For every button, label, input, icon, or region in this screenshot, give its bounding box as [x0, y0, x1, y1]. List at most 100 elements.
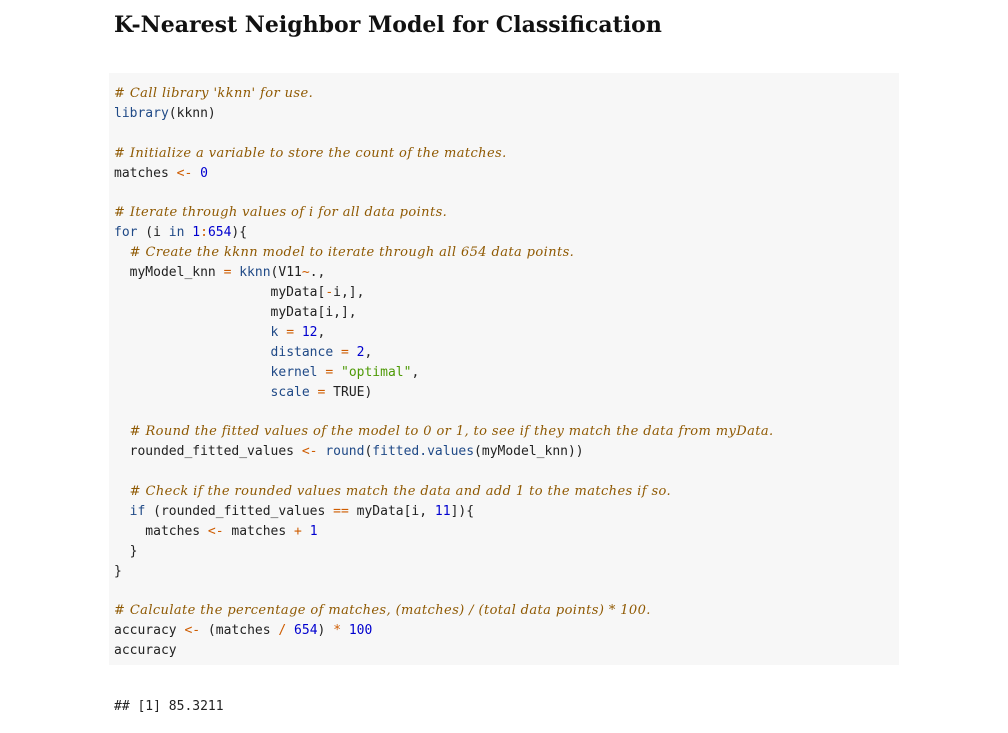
code-token-comment: # Create the kknn model to iterate throu…: [129, 245, 575, 261]
code-token-arg: distance: [270, 344, 334, 360]
code-token-plain: ,: [364, 344, 373, 360]
code-token-number: 1: [309, 523, 318, 539]
code-line: myData[i,],: [114, 304, 357, 322]
code-token-comment: # Round the fitted values of the model t…: [129, 424, 774, 440]
code-token-plain: accuracy: [114, 623, 185, 639]
code-token-plain: ,: [411, 364, 420, 380]
code-line: k = 12,: [114, 324, 326, 342]
code-token-operator: =: [325, 364, 334, 380]
code-line: # Create the kknn model to iterate throu…: [114, 244, 574, 262]
code-token-plain: ,: [317, 324, 326, 340]
code-token-number: 100: [348, 623, 373, 639]
code-token-plain: (matches: [200, 623, 279, 639]
code-token-operator: :: [200, 225, 208, 241]
code-token-plain: myData[: [114, 285, 326, 300]
code-line: rounded_fitted_values <- round(fitted.va…: [114, 443, 584, 461]
console-output: ## [1] 85.3211: [114, 699, 224, 714]
code-token-number: 11: [434, 503, 451, 519]
code-line: distance = 2,: [114, 344, 373, 362]
code-token-number: 1: [192, 225, 201, 241]
code-token-arg: kernel: [270, 364, 318, 380]
code-token-plain: accuracy: [114, 643, 177, 659]
code-line: # Round the fitted values of the model t…: [114, 423, 774, 441]
code-token-plain: matches: [114, 523, 208, 539]
code-line: library(kknn): [114, 105, 216, 123]
code-line: # Iterate through values of i for all da…: [114, 204, 447, 222]
code-token-plain: (rounded_fitted_values: [145, 503, 334, 519]
code-token-number: 654: [207, 225, 232, 241]
code-token-operator: <-: [176, 165, 193, 181]
code-line: accuracy <- (matches / 654) * 100: [114, 622, 372, 640]
code-token-plain: ]){: [450, 503, 475, 519]
code-token-arg: scale: [270, 384, 310, 400]
code-token-plain: .,: [309, 265, 326, 281]
code-token-operator: -: [325, 285, 334, 300]
code-line: matches <- 0: [114, 165, 208, 183]
code-token-func: fitted.values: [372, 444, 475, 460]
code-line: matches <- matches + 1: [114, 523, 318, 541]
code-line: # Initialize a variable to store the cou…: [114, 145, 507, 163]
code-token-operator: =: [341, 344, 349, 360]
code-token-number: 0: [200, 165, 208, 181]
code-token-operator: <-: [207, 523, 224, 539]
code-token-number: 12: [301, 324, 318, 340]
code-line: if (rounded_fitted_values == myData[i, 1…: [114, 503, 474, 521]
code-line: }: [114, 563, 122, 581]
code-token-plain: TRUE): [325, 384, 373, 400]
code-token-comment: # Check if the rounded values match the …: [129, 484, 672, 499]
page-title: K-Nearest Neighbor Model for Classificat…: [114, 12, 662, 38]
code-line: }: [114, 543, 138, 561]
code-token-plain: myData[i,],: [114, 304, 357, 320]
code-token-comment: # Calculate the percentage of matches, (…: [114, 603, 651, 619]
code-token-comment: # Call library 'kknn' for use.: [114, 86, 314, 101]
code-line: for (i in 1:654){: [114, 224, 247, 242]
code-token-plain: }: [114, 563, 122, 579]
code-token-func: kknn: [239, 265, 271, 281]
code-line: myData[-i,],: [114, 284, 365, 302]
code-token-plain: i,],: [333, 285, 365, 300]
code-token-plain: matches: [114, 165, 177, 181]
code-token-keyword: for: [114, 225, 138, 241]
code-token-operator: =: [286, 324, 295, 340]
r-code-block: # Call library 'kknn' for use. library(kk…: [109, 73, 899, 665]
code-token-operator: +: [294, 523, 302, 539]
code-line: # Calculate the percentage of matches, (…: [114, 602, 651, 620]
code-token-plain: (myModel_knn)): [474, 444, 584, 460]
code-token-plain: ){: [231, 225, 248, 241]
code-token-number: 654: [294, 623, 318, 639]
code-token-plain: (kknn): [168, 105, 216, 121]
code-token-func: round: [325, 444, 365, 460]
code-token-keyword: in: [168, 225, 185, 241]
code-token-operator: <-: [301, 444, 318, 460]
code-token-func: library: [114, 105, 169, 121]
code-line: myModel_knn = kknn(V11~.,: [114, 264, 326, 282]
code-token-operator: <-: [184, 623, 201, 639]
code-line: # Check if the rounded values match the …: [114, 483, 671, 501]
code-token-operator: ~: [301, 265, 310, 281]
code-token-plain: rounded_fitted_values: [114, 444, 302, 460]
code-token-comment: # Initialize a variable to store the cou…: [114, 145, 507, 161]
code-line: # Call library 'kknn' for use.: [114, 85, 313, 103]
code-token-plain: matches: [223, 523, 295, 539]
code-token-operator: *: [333, 623, 342, 639]
code-line: scale = TRUE): [114, 384, 373, 402]
code-line: accuracy: [114, 642, 177, 660]
code-token-plain: }: [114, 543, 138, 559]
